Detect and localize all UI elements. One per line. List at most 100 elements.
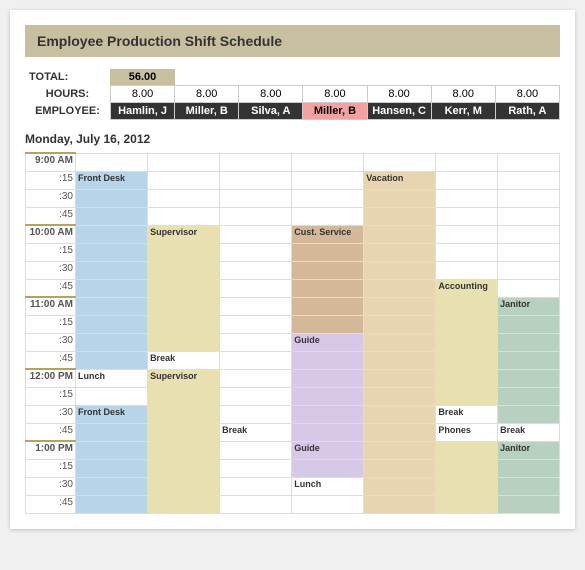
cell-1100-kerr bbox=[436, 297, 498, 315]
cell-1000-hansen bbox=[364, 225, 436, 243]
cell-1215-silva bbox=[220, 387, 292, 405]
cell-1300-hamlin bbox=[75, 441, 147, 459]
cell-945-miller bbox=[148, 207, 220, 225]
cell-1115-kerr bbox=[436, 315, 498, 333]
lunch-label-1: Lunch bbox=[78, 371, 105, 381]
hours-hansen: 8.00 bbox=[367, 86, 431, 103]
employee-hamlin: Hamlin, J bbox=[110, 103, 174, 120]
cell-945-rath bbox=[498, 207, 560, 225]
cell-1015-silva bbox=[220, 243, 292, 261]
janitor-label-2: Janitor bbox=[500, 443, 530, 453]
cell-1000-silva bbox=[220, 225, 292, 243]
cell-1300-kerr bbox=[436, 441, 498, 459]
cell-1300-rath: Janitor bbox=[498, 441, 560, 459]
cell-1330-hamlin bbox=[75, 477, 147, 495]
cell-1245-miller bbox=[148, 423, 220, 441]
cell-1045-millerb bbox=[292, 279, 364, 297]
cell-1100-rath: Janitor bbox=[498, 297, 560, 315]
cell-1230-hansen bbox=[364, 405, 436, 423]
cell-1145-silva bbox=[220, 351, 292, 369]
cell-915-hansen: Vacation bbox=[364, 171, 436, 189]
cell-1215-millerb bbox=[292, 387, 364, 405]
row-1215: :15 bbox=[26, 387, 560, 405]
cell-1030-millerb bbox=[292, 261, 364, 279]
hours-millerb: 8.00 bbox=[303, 86, 367, 103]
cell-930-millerb bbox=[292, 189, 364, 207]
cell-1330-rath bbox=[498, 477, 560, 495]
cell-1030-kerr bbox=[436, 261, 498, 279]
cell-945-kerr bbox=[436, 207, 498, 225]
cell-1100-silva bbox=[220, 297, 292, 315]
cell-1130-miller bbox=[148, 333, 220, 351]
cell-1145-millerb bbox=[292, 351, 364, 369]
cell-1015-rath bbox=[498, 243, 560, 261]
cell-900-silva bbox=[220, 153, 292, 171]
cell-1130-hansen bbox=[364, 333, 436, 351]
cell-1315-silva bbox=[220, 459, 292, 477]
cell-1345-miller bbox=[148, 495, 220, 513]
cell-1030-hansen bbox=[364, 261, 436, 279]
cell-1045-kerr: Accounting bbox=[436, 279, 498, 297]
cell-1330-millerb: Lunch bbox=[292, 477, 364, 495]
cell-1115-millerb bbox=[292, 315, 364, 333]
cell-1315-miller bbox=[148, 459, 220, 477]
cell-930-hansen bbox=[364, 189, 436, 207]
cell-1330-kerr bbox=[436, 477, 498, 495]
cell-1100-millerb bbox=[292, 297, 364, 315]
cell-915-millerb bbox=[292, 171, 364, 189]
cell-1100-hansen bbox=[364, 297, 436, 315]
cell-1045-hansen bbox=[364, 279, 436, 297]
time-1215: :15 bbox=[26, 387, 76, 405]
cell-1315-hamlin bbox=[75, 459, 147, 477]
total-row: TOTAL: 56.00 bbox=[25, 69, 560, 86]
page-title: Employee Production Shift Schedule bbox=[37, 33, 282, 49]
cell-1000-kerr bbox=[436, 225, 498, 243]
hours-row: HOURS: 8.00 8.00 8.00 8.00 8.00 8.00 8.0… bbox=[25, 86, 560, 103]
cell-945-hansen bbox=[364, 207, 436, 225]
cell-1300-hansen bbox=[364, 441, 436, 459]
cell-1345-millerb bbox=[292, 495, 364, 513]
cell-1230-millerb bbox=[292, 405, 364, 423]
employee-kerr: Kerr, M bbox=[431, 103, 495, 120]
cell-1245-kerr: Phones bbox=[436, 423, 498, 441]
hours-miller: 8.00 bbox=[175, 86, 239, 103]
cell-915-kerr bbox=[436, 171, 498, 189]
employee-rath: Rath, A bbox=[495, 103, 559, 120]
employee-miller: Miller, B bbox=[175, 103, 239, 120]
cell-1115-rath bbox=[498, 315, 560, 333]
row-1030: :30 bbox=[26, 261, 560, 279]
employee-silva: Silva, A bbox=[239, 103, 303, 120]
cell-945-hamlin bbox=[75, 207, 147, 225]
break-label-1: Break bbox=[150, 353, 175, 363]
cell-915-hamlin: Front Desk bbox=[75, 171, 147, 189]
row-915: :15 Front Desk Vacation bbox=[26, 171, 560, 189]
cell-945-silva bbox=[220, 207, 292, 225]
row-1200: 12:00 PM Lunch Supervisor bbox=[26, 369, 560, 387]
time-1345: :45 bbox=[26, 495, 76, 513]
cell-1115-hansen bbox=[364, 315, 436, 333]
hours-hamlin: 8.00 bbox=[110, 86, 174, 103]
row-1045: :45 Accounting bbox=[26, 279, 560, 297]
front-desk-label-2: Front Desk bbox=[78, 407, 125, 417]
cell-1030-miller bbox=[148, 261, 220, 279]
cell-1130-hamlin bbox=[75, 333, 147, 351]
cell-930-hamlin bbox=[75, 189, 147, 207]
supervisor-label-2: Supervisor bbox=[150, 371, 197, 381]
cell-1345-rath bbox=[498, 495, 560, 513]
row-1300: 1:00 PM Guide Janitor bbox=[26, 441, 560, 459]
cell-945-millerb bbox=[292, 207, 364, 225]
cell-1330-hansen bbox=[364, 477, 436, 495]
time-1015: :15 bbox=[26, 243, 76, 261]
cell-1015-millerb bbox=[292, 243, 364, 261]
time-1045: :45 bbox=[26, 279, 76, 297]
cell-1330-miller bbox=[148, 477, 220, 495]
row-1345: :45 bbox=[26, 495, 560, 513]
row-1130: :30 Guide bbox=[26, 333, 560, 351]
cell-1015-kerr bbox=[436, 243, 498, 261]
employee-row: EMPLOYEE: Hamlin, J Miller, B Silva, A M… bbox=[25, 103, 560, 120]
cell-1200-miller: Supervisor bbox=[148, 369, 220, 387]
cell-915-miller bbox=[148, 171, 220, 189]
time-1030: :30 bbox=[26, 261, 76, 279]
hours-kerr: 8.00 bbox=[431, 86, 495, 103]
time-1300: 1:00 PM bbox=[26, 441, 76, 459]
